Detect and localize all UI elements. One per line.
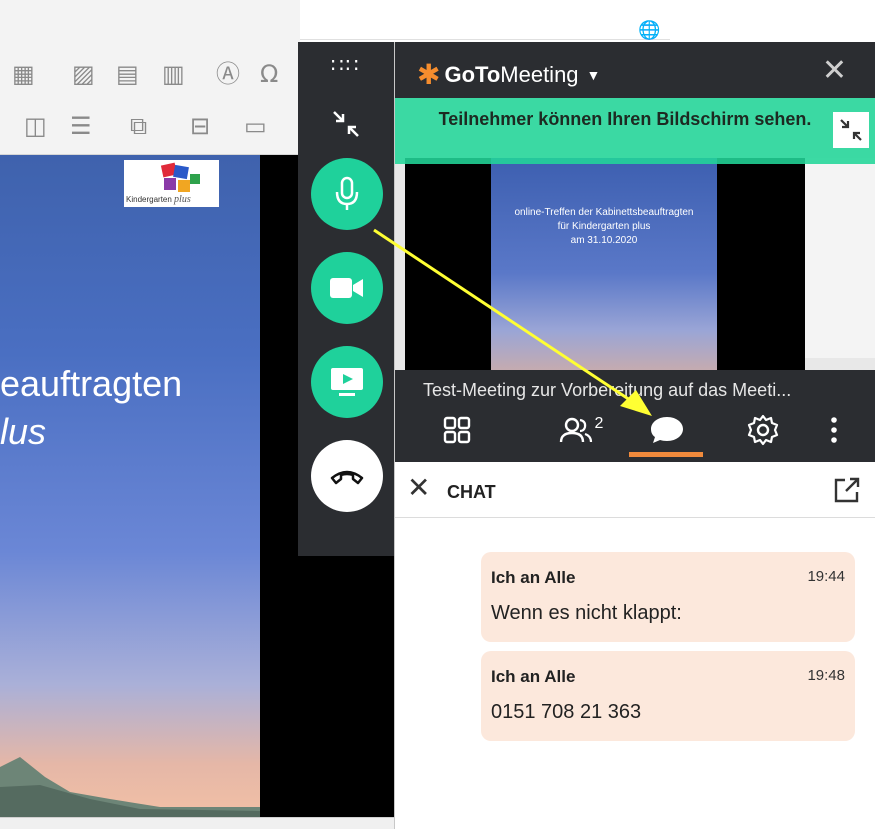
- active-tab-indicator: [629, 452, 703, 457]
- more-vertical-icon: [831, 417, 837, 443]
- brand-menu[interactable]: ✱ GoTo Meeting ▼: [417, 58, 600, 91]
- hang-up-icon: [330, 470, 364, 485]
- message-text: 0151 708 21 363: [491, 701, 642, 723]
- logo-label: Kindergarten plus: [126, 194, 191, 205]
- message-text: Wenn es nicht klappt:: [491, 602, 682, 624]
- presentation-slide: Kindergarten plus eauftragten lus: [0, 155, 260, 817]
- slide-title-line-1: eauftragten: [0, 363, 183, 404]
- group-icon[interactable]: ⧉: [130, 114, 147, 138]
- slide-title-line-2: lus: [0, 411, 47, 452]
- gear-icon: [747, 414, 779, 446]
- chat-bubble-icon: [651, 417, 683, 443]
- slides-icon[interactable]: ▭: [244, 114, 267, 138]
- tab-chat[interactable]: [647, 410, 687, 450]
- wordart-icon[interactable]: Ⓐ: [216, 62, 240, 86]
- message-sender: Ich an Alle: [491, 568, 576, 587]
- goto-meeting-panel: ✱ GoTo Meeting ▼ ✕ online-Treffen der Ka…: [394, 42, 875, 829]
- microphone-icon: [335, 176, 359, 210]
- message-sender: Ich an Alle: [491, 667, 576, 686]
- table-icon[interactable]: ▦: [12, 62, 35, 86]
- video-icon[interactable]: ▤: [116, 62, 139, 86]
- chat-title: CHAT: [447, 482, 496, 502]
- brand-name-light: Meeting: [500, 61, 579, 87]
- align-icon[interactable]: ☰: [70, 114, 92, 138]
- close-chat-icon[interactable]: ✕: [407, 474, 430, 502]
- screen-share-preview: online-Treffen der Kabinettsbeauftragten…: [395, 98, 875, 370]
- goto-logo-icon: ✱: [417, 58, 441, 91]
- kindergarten-logo: Kindergarten plus: [124, 160, 219, 207]
- screen-share-icon: [331, 368, 363, 396]
- chat-message: Ich an Alle 19:44 Wenn es nicht klappt:: [481, 552, 855, 642]
- tab-grid[interactable]: [435, 410, 479, 450]
- mountain-graphic: [0, 757, 260, 817]
- caret-down-icon: ▼: [586, 66, 601, 83]
- globe-icon: 🌐: [638, 20, 661, 41]
- chat-message: Ich an Alle 19:48 0151 708 21 363: [481, 651, 855, 741]
- preview-slide: online-Treffen der Kabinettsbeauftragten…: [491, 158, 717, 370]
- popout-icon[interactable]: [833, 476, 861, 504]
- microphone-button[interactable]: [311, 158, 383, 230]
- attendee-count: 2: [594, 415, 604, 432]
- drag-handle-icon[interactable]: ∷∷: [331, 56, 360, 76]
- crop-icon[interactable]: ◫: [24, 114, 47, 138]
- sharing-notice-text: Teilnehmer können Ihren Bildschirm sehen…: [438, 109, 812, 129]
- hang-up-button[interactable]: [311, 440, 383, 512]
- background-status-bar: [0, 817, 395, 829]
- chart-icon[interactable]: ▥: [162, 62, 185, 86]
- brand-name-bold: GoTo: [444, 61, 501, 87]
- preview-side-panel: [805, 158, 875, 358]
- tab-settings[interactable]: [743, 410, 783, 450]
- picture-icon[interactable]: ▨: [72, 62, 95, 86]
- tab-more[interactable]: [821, 410, 847, 450]
- shrink-icon: [840, 119, 862, 141]
- tab-attendees[interactable]: 2: [551, 410, 611, 450]
- chat-header: ✕ CHAT: [395, 462, 875, 518]
- background-ribbon: ▦ ▨ ▤ ▥ Ⓐ Ω ◫ ☰ ⧉ ⊟ ▭: [0, 0, 300, 155]
- meeting-title: Test-Meeting zur Vorbereitung auf das Me…: [423, 380, 792, 400]
- close-icon[interactable]: ✕: [822, 56, 847, 86]
- grid-icon: [443, 416, 471, 444]
- message-time: 19:44: [807, 568, 845, 585]
- omega-icon[interactable]: Ω: [260, 62, 278, 86]
- screen-share-button[interactable]: [311, 346, 383, 418]
- distribute-icon[interactable]: ⊟: [190, 114, 210, 138]
- preview-slide-text: online-Treffen der Kabinettsbeauftragten…: [514, 207, 694, 246]
- camera-icon: [330, 278, 363, 298]
- panel-header: ✱ GoTo Meeting ▼ ✕: [395, 42, 875, 98]
- meeting-control-bar: ∷∷: [298, 42, 394, 556]
- preview-screen: online-Treffen der Kabinettsbeauftragten…: [405, 158, 805, 370]
- minimize-preview-button[interactable]: [833, 112, 869, 148]
- sharing-notice-banner: Teilnehmer können Ihren Bildschirm sehen…: [395, 98, 875, 164]
- message-time: 19:48: [807, 667, 845, 684]
- camera-button[interactable]: [311, 252, 383, 324]
- meeting-bar: Test-Meeting zur Vorbereitung auf das Me…: [395, 370, 875, 462]
- shrink-icon[interactable]: [330, 108, 362, 140]
- people-icon: [559, 417, 592, 443]
